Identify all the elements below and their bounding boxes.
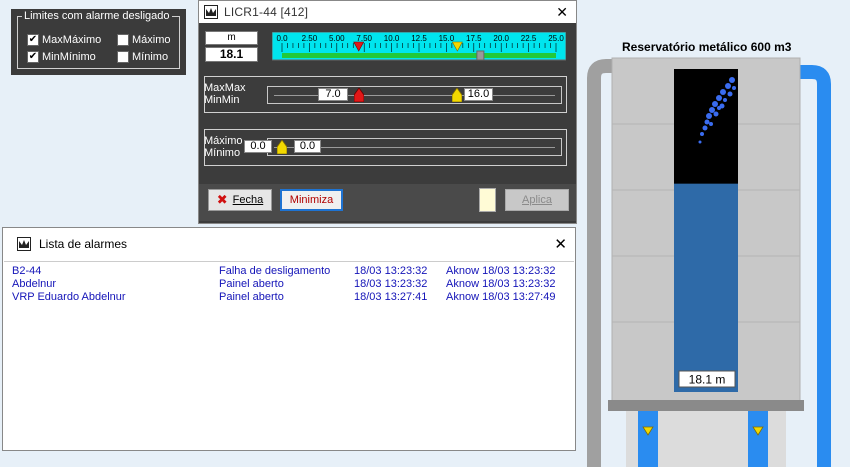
- alarm-limits-panel: Limites com alarme desligado ✔ MaxMáximo…: [11, 9, 186, 75]
- scale-tick-label: 25.0: [548, 34, 564, 43]
- close-icon[interactable]: ✕: [554, 235, 567, 253]
- alarm-window-title: Lista de alarmes: [39, 237, 128, 251]
- alarm-tag: Abdelnur: [12, 278, 57, 290]
- maximo-box[interactable]: [117, 34, 129, 46]
- unit-display: m: [205, 31, 258, 45]
- alarm-list[interactable]: B2-44 Falha de desligamento 18/03 13:23:…: [4, 261, 574, 449]
- scale-tick-label: 22.5: [521, 34, 537, 43]
- minimo-value-field[interactable]: 0.0: [244, 140, 272, 153]
- fecha-label: Fecha: [232, 194, 264, 206]
- minimo-checkbox[interactable]: Mínimo: [117, 51, 168, 63]
- outlet-pipe-left: [638, 411, 658, 467]
- minimiza-button[interactable]: Minimiza: [280, 189, 343, 211]
- alarm-tag: B2-44: [12, 265, 42, 277]
- minmin-label: MinMin: [204, 94, 240, 106]
- maxmax-marker-icon[interactable]: [452, 88, 462, 102]
- buttons-bar: ✖ Fecha Minimiza Aplica: [199, 184, 576, 221]
- maxmax-value-field[interactable]: 16.0: [464, 88, 493, 101]
- controller-window: LICR1-44 [412] ✕ m 18.1 0.0 2.50 5.00 7.50 1…: [198, 0, 577, 224]
- outlet-pipe-right: [748, 411, 768, 467]
- app-icon: [204, 5, 218, 19]
- reservoir-diagram: 18.1 m: [587, 57, 831, 467]
- close-x-icon: ✖: [216, 192, 228, 207]
- maxmax-minmin-track[interactable]: [267, 86, 562, 104]
- scale-green-band: [282, 53, 556, 58]
- alarm-limits-legend: Limites com alarme desligado: [24, 10, 170, 22]
- minminimo-checkbox[interactable]: ✔ MinMínimo: [27, 51, 96, 63]
- minmin-marker-icon[interactable]: [354, 88, 364, 102]
- level-scale: 0.0 2.50 5.00 7.50 10.0 12.5 15.0 17.5 20.0 22.5 2…: [272, 32, 566, 61]
- alarm-row[interactable]: B2-44 Falha de desligamento 18/03 13:23:…: [4, 265, 574, 278]
- scale-tick-label: 20.0: [493, 34, 509, 43]
- maxmax-label: MaxMax: [204, 82, 246, 94]
- alarm-ack: Aknow 18/03 13:23:32: [446, 278, 556, 290]
- scale-tick-label: 17.5: [466, 34, 482, 43]
- alarm-row[interactable]: Abdelnur Painel aberto 18/03 13:23:32 Ak…: [4, 278, 574, 291]
- alarm-tag: VRP Eduardo Abdelnur: [12, 291, 126, 303]
- alarm-time: 18/03 13:23:32: [354, 265, 428, 277]
- reservoir-title: Reservatório metálico 600 m3: [622, 40, 792, 54]
- minminimo-check-icon[interactable]: ✔: [27, 51, 39, 63]
- scale-tick-label: 2.50: [302, 34, 318, 43]
- minimo-label: Mínimo: [132, 51, 169, 63]
- scale-tick-label: 7.50: [356, 34, 372, 43]
- alarm-row[interactable]: VRP Eduardo Abdelnur Painel aberto 18/03…: [4, 291, 574, 304]
- maxmaximo-check-icon[interactable]: ✔: [27, 34, 39, 46]
- alarm-ack: Aknow 18/03 13:23:32: [446, 265, 556, 277]
- alarm-time: 18/03 13:27:41: [354, 291, 428, 303]
- scale-tick-label: 12.5: [411, 34, 427, 43]
- minimo-label: Mínimo: [204, 147, 241, 159]
- app-icon: [17, 237, 31, 251]
- tank-base: [608, 400, 804, 411]
- minimo-box[interactable]: [117, 51, 129, 63]
- value-display: 18.1: [205, 47, 258, 62]
- fecha-button[interactable]: ✖ Fecha: [208, 189, 272, 211]
- maximo-label: Máximo: [132, 34, 171, 46]
- alarm-ack: Aknow 18/03 13:27:49: [446, 291, 556, 303]
- maximo-checkbox[interactable]: Máximo: [117, 34, 171, 46]
- water-fill: [674, 183, 738, 392]
- controller-title: LICR1-44 [412]: [224, 5, 309, 19]
- aplica-button[interactable]: Aplica: [505, 189, 569, 211]
- maximo-label: Máximo: [204, 135, 243, 147]
- level-label: 18.1 m: [689, 373, 726, 387]
- scale-tick-label: 10.0: [384, 34, 400, 43]
- maxmaximo-checkbox[interactable]: ✔ MaxMáximo: [27, 34, 101, 46]
- alarm-message: Painel aberto: [219, 291, 284, 303]
- alarm-titlebar[interactable]: Lista de alarmes ✕: [3, 228, 575, 260]
- minminimo-label: MinMínimo: [42, 51, 96, 63]
- alarm-time: 18/03 13:23:32: [354, 278, 428, 290]
- color-indicator: [479, 188, 496, 212]
- alarm-message: Falha de desligamento: [219, 265, 331, 277]
- alarm-message: Painel aberto: [219, 278, 284, 290]
- maxmaximo-label: MaxMáximo: [42, 34, 102, 46]
- close-icon[interactable]: ✕: [556, 4, 568, 21]
- scale-tick-label: 0.0: [276, 34, 288, 43]
- maximo-marker-icon[interactable]: [277, 140, 287, 154]
- maximo-value-field[interactable]: 0.0: [294, 140, 321, 153]
- current-value-marker: [476, 50, 485, 61]
- scale-tick-label: 15.0: [439, 34, 455, 43]
- alarm-list-window: Lista de alarmes ✕ B2-44 Falha de deslig…: [2, 227, 576, 451]
- scale-tick-label: 5.00: [329, 34, 345, 43]
- controller-titlebar[interactable]: LICR1-44 [412] ✕: [199, 1, 576, 23]
- minmin-value-field[interactable]: 7.0: [318, 88, 348, 101]
